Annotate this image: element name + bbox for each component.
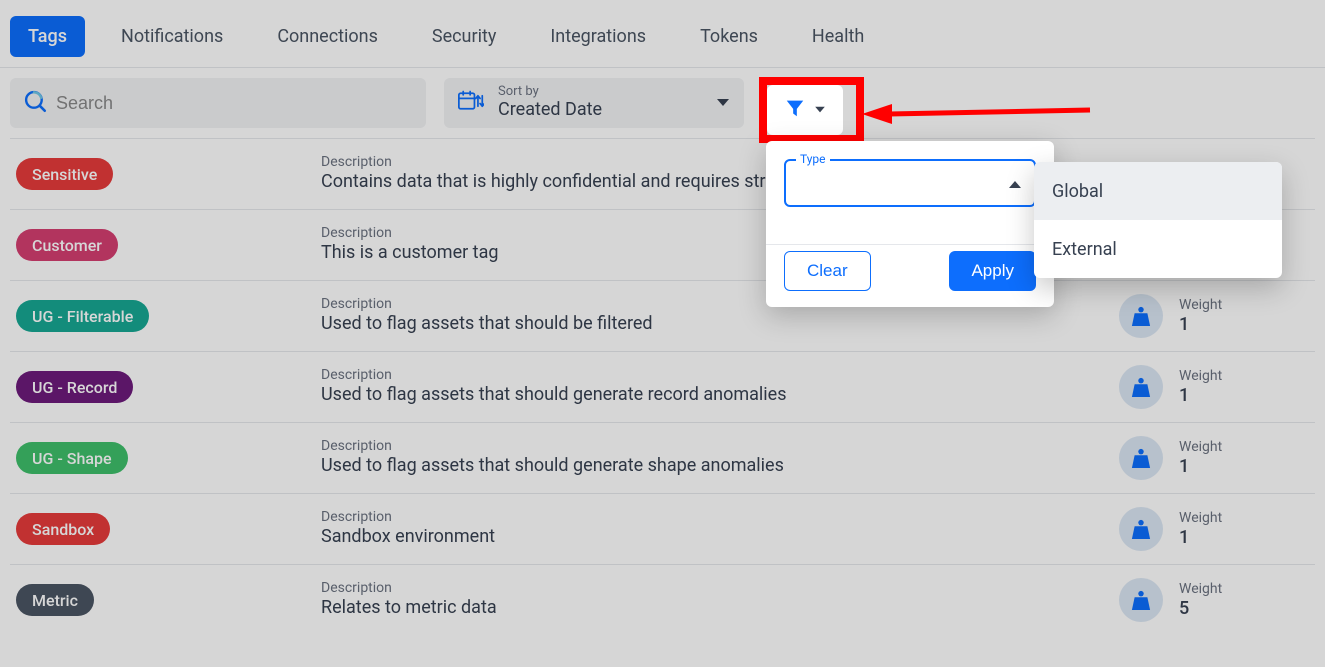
weight-value: 1	[1179, 456, 1222, 477]
weight-value: 5	[1179, 598, 1222, 619]
filter-type-option[interactable]: External	[1034, 220, 1282, 278]
search-input[interactable]	[56, 93, 414, 114]
description-cell: DescriptionUsed to flag assets that shou…	[321, 367, 1119, 406]
description-text: Relates to metric data	[321, 597, 1119, 620]
tabs-bar: Tags Notifications Connections Security Inte…	[0, 0, 1325, 68]
filter-type-select[interactable]: Type	[784, 159, 1036, 207]
weight-value: 1	[1179, 385, 1222, 406]
tag-chip[interactable]: UG - Record	[16, 371, 133, 403]
tag-chip[interactable]: UG - Filterable	[16, 300, 149, 332]
weight-cell: Weight5	[1119, 578, 1309, 622]
filter-type-label: Type	[796, 152, 830, 166]
tag-chip[interactable]: UG - Shape	[16, 442, 128, 474]
description-label: Description	[321, 509, 1119, 526]
tab-notifications[interactable]: Notifications	[103, 16, 241, 57]
weight-icon	[1119, 294, 1163, 338]
weight-value: 1	[1179, 527, 1222, 548]
weight-label: Weight	[1179, 510, 1222, 527]
tag-row[interactable]: UG - FilterableDescriptionUsed to flag a…	[10, 280, 1315, 351]
weight-icon	[1119, 365, 1163, 409]
weight-value: 1	[1179, 314, 1222, 335]
sort-dropdown[interactable]: Sort by Created Date	[444, 78, 744, 128]
weight-label: Weight	[1179, 581, 1222, 598]
weight-icon	[1119, 436, 1163, 480]
description-label: Description	[321, 438, 1119, 455]
tab-health[interactable]: Health	[794, 16, 882, 57]
tag-row[interactable]: UG - Shape DescriptionUsed to flag assets…	[10, 422, 1315, 493]
toolbar: Sort by Created Date	[0, 68, 1325, 138]
weight-label: Weight	[1179, 368, 1222, 385]
description-cell: DescriptionUsed to flag assets that shou…	[321, 438, 1119, 477]
filter-type-option[interactable]: Global	[1034, 162, 1282, 220]
tag-row[interactable]: UG - Record DescriptionUsed to flag asset…	[10, 351, 1315, 422]
weight-icon	[1119, 578, 1163, 622]
filter-icon	[784, 97, 806, 123]
tag-row[interactable]: MetricDescriptionRelates to metric dataW…	[10, 564, 1315, 635]
search-box[interactable]	[10, 78, 426, 128]
sort-label: Sort by	[498, 85, 602, 100]
tag-row[interactable]: SandboxDescriptionSandbox environmentWei…	[10, 493, 1315, 564]
tab-tags[interactable]: Tags	[10, 16, 85, 57]
description-cell: DescriptionSandbox environment	[321, 509, 1119, 548]
description-text: Sandbox environment	[321, 526, 1119, 549]
weight-icon	[1119, 507, 1163, 551]
tag-chip[interactable]: Customer	[16, 229, 118, 261]
description-label: Description	[321, 580, 1119, 597]
chevron-down-icon	[814, 106, 826, 114]
apply-button[interactable]: Apply	[949, 251, 1036, 291]
weight-label: Weight	[1179, 439, 1222, 456]
divider	[766, 244, 1054, 245]
search-icon	[22, 88, 48, 118]
tab-security[interactable]: Security	[414, 16, 514, 57]
chevron-down-icon	[716, 98, 730, 108]
filter-button[interactable]	[767, 85, 843, 135]
tag-chip[interactable]: Sensitive	[16, 158, 113, 190]
weight-cell: Weight1	[1119, 436, 1309, 480]
sort-value: Created Date	[498, 100, 602, 121]
tab-integrations[interactable]: Integrations	[532, 16, 664, 57]
tag-chip[interactable]: Metric	[16, 584, 94, 616]
tab-tokens[interactable]: Tokens	[682, 16, 776, 57]
description-text: Used to flag assets that should be filte…	[321, 313, 1119, 336]
filter-popover: Type Clear Apply	[766, 141, 1054, 307]
description-cell: DescriptionRelates to metric data	[321, 580, 1119, 619]
tab-connections[interactable]: Connections	[259, 16, 396, 57]
clear-button[interactable]: Clear	[784, 251, 871, 291]
description-label: Description	[321, 367, 1119, 384]
calendar-sort-icon	[458, 89, 484, 117]
description-text: Used to flag assets that should generate…	[321, 455, 1119, 478]
tag-chip[interactable]: Sandbox	[16, 513, 110, 545]
weight-cell: Weight1	[1119, 507, 1309, 551]
weight-label: Weight	[1179, 297, 1222, 314]
weight-cell: Weight1	[1119, 365, 1309, 409]
filter-type-options: GlobalExternal	[1034, 162, 1282, 278]
weight-cell: Weight1	[1119, 294, 1309, 338]
description-text: Used to flag assets that should generate…	[321, 384, 1119, 407]
chevron-up-icon	[1008, 174, 1022, 193]
